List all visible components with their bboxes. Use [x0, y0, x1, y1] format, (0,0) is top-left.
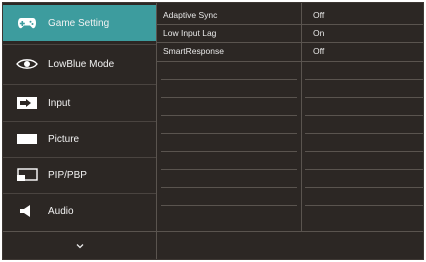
- empty-row-divider: [161, 205, 297, 206]
- main-menu: Game Setting LowBlue Mode Input Picture …: [3, 3, 156, 259]
- menu-item-input[interactable]: Input: [3, 85, 156, 121]
- setting-name: Adaptive Sync: [163, 10, 218, 20]
- menu-item-pip-pbp[interactable]: PIP/PBP: [3, 157, 156, 193]
- setting-row-smartresponse[interactable]: SmartResponse Off: [157, 43, 423, 60]
- menu-item-game-setting[interactable]: Game Setting: [3, 5, 156, 41]
- empty-row-divider: [161, 79, 297, 80]
- pip-icon: [16, 167, 38, 183]
- gamepad-icon: [16, 15, 38, 31]
- menu-item-lowblue-mode[interactable]: LowBlue Mode: [3, 46, 156, 82]
- empty-row-divider: [161, 133, 297, 134]
- setting-value: On: [313, 28, 325, 38]
- setting-name: SmartResponse: [163, 46, 224, 56]
- input-icon: [16, 95, 38, 111]
- speaker-icon: [16, 203, 38, 219]
- row-divider: [157, 61, 423, 62]
- more-items-button[interactable]: [3, 231, 156, 259]
- footer-divider: [3, 231, 423, 232]
- setting-value: Off: [313, 46, 325, 56]
- empty-row-divider: [305, 133, 423, 134]
- empty-row-divider: [161, 97, 297, 98]
- empty-row-divider: [305, 97, 423, 98]
- setting-name: Low Input Lag: [163, 28, 217, 38]
- menu-item-label: Input: [48, 97, 71, 109]
- menu-divider: [3, 44, 156, 45]
- menu-item-audio[interactable]: Audio: [3, 193, 156, 229]
- setting-value: Off: [313, 10, 325, 20]
- eye-icon: [16, 56, 38, 72]
- empty-row-divider: [305, 79, 423, 80]
- menu-item-label: PIP/PBP: [48, 169, 87, 181]
- setting-row-low-input-lag[interactable]: Low Input Lag On: [157, 25, 423, 42]
- osd-window: Game Setting LowBlue Mode Input Picture …: [2, 2, 424, 260]
- empty-row-divider: [161, 187, 297, 188]
- picture-icon: [16, 131, 38, 147]
- empty-row-divider: [305, 169, 423, 170]
- setting-row-adaptive-sync[interactable]: Adaptive Sync Off: [157, 7, 423, 24]
- empty-row-divider: [161, 169, 297, 170]
- empty-row-divider: [161, 151, 297, 152]
- empty-row-divider: [305, 205, 423, 206]
- empty-row-divider: [305, 187, 423, 188]
- menu-item-label: Picture: [48, 133, 80, 145]
- menu-item-picture[interactable]: Picture: [3, 121, 156, 157]
- menu-item-label: Game Setting: [48, 17, 110, 29]
- empty-row-divider: [305, 115, 423, 116]
- chevron-down-icon: [76, 236, 84, 254]
- menu-item-label: LowBlue Mode: [48, 58, 115, 70]
- menu-item-label: Audio: [48, 205, 74, 217]
- empty-row-divider: [305, 151, 423, 152]
- empty-row-divider: [161, 115, 297, 116]
